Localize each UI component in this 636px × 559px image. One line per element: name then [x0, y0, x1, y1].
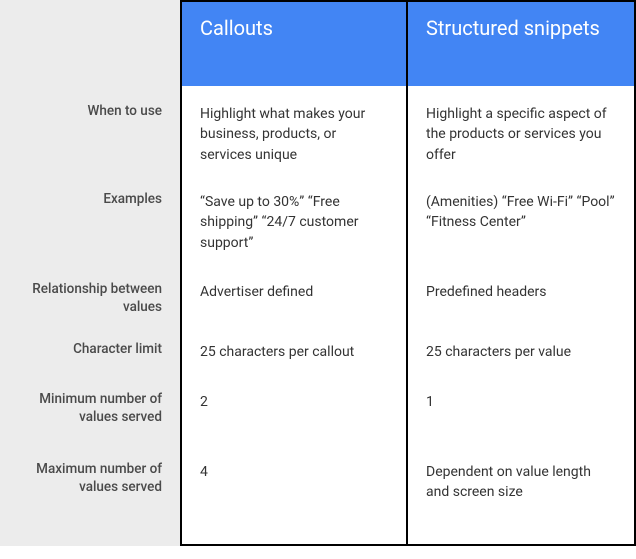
cell-text: 25 characters per value	[426, 342, 616, 362]
header-text: Structured snippets	[426, 16, 600, 41]
label-maximum: Maximum number of values served	[0, 452, 180, 542]
cell-text: Advertiser defined	[200, 282, 388, 302]
callouts-column: Callouts Highlight what makes your busin…	[180, 0, 408, 546]
cell-text: Dependent on value length and screen siz…	[426, 462, 616, 503]
cell-snippets-relationship: Predefined headers	[408, 272, 634, 334]
label-text: When to use	[87, 102, 162, 120]
cell-snippets-min: 1	[408, 384, 634, 454]
cell-callouts-min: 2	[182, 384, 406, 454]
label-examples: Examples	[0, 180, 180, 270]
cell-text: 25 characters per callout	[200, 342, 388, 362]
label-text: Relationship between values	[8, 280, 162, 316]
cell-text: Highlight a specific aspect of the produ…	[426, 104, 616, 165]
comparison-table: When to use Examples Relationship betwee…	[0, 0, 636, 546]
label-minimum: Minimum number of values served	[0, 382, 180, 452]
cell-callouts-charlimit: 25 characters per callout	[182, 334, 406, 384]
header-text: Callouts	[200, 16, 273, 41]
label-relationship: Relationship between values	[0, 270, 180, 332]
cell-callouts-when: Highlight what makes your business, prod…	[182, 86, 406, 182]
cell-text: “Save up to 30%” “Free shipping” “24/7 c…	[200, 192, 388, 253]
cell-snippets-examples: (Amenities) “Free Wi-Fi” “Pool” “Fitness…	[408, 182, 634, 272]
row-labels-column: When to use Examples Relationship betwee…	[0, 0, 180, 546]
cell-text: 1	[426, 392, 616, 412]
label-text: Minimum number of values served	[8, 390, 162, 426]
label-text: Character limit	[73, 340, 162, 358]
cell-callouts-examples: “Save up to 30%” “Free shipping” “24/7 c…	[182, 182, 406, 272]
cell-callouts-relationship: Advertiser defined	[182, 272, 406, 334]
cell-text: (Amenities) “Free Wi-Fi” “Pool” “Fitness…	[426, 192, 616, 233]
cell-text: Predefined headers	[426, 282, 616, 302]
cell-text: 2	[200, 392, 388, 412]
snippets-column: Structured snippets Highlight a specific…	[408, 0, 636, 546]
header-spacer	[0, 0, 180, 84]
label-character-limit: Character limit	[0, 332, 180, 382]
header-callouts: Callouts	[182, 2, 406, 86]
cell-snippets-max: Dependent on value length and screen siz…	[408, 454, 634, 544]
header-snippets: Structured snippets	[408, 2, 634, 86]
cell-snippets-when: Highlight a specific aspect of the produ…	[408, 86, 634, 182]
cell-text: Highlight what makes your business, prod…	[200, 104, 388, 165]
cell-callouts-max: 4	[182, 454, 406, 544]
cell-snippets-charlimit: 25 characters per value	[408, 334, 634, 384]
label-text: Maximum number of values served	[8, 460, 162, 496]
label-when-to-use: When to use	[0, 84, 180, 180]
label-text: Examples	[103, 190, 162, 208]
cell-text: 4	[200, 462, 388, 482]
